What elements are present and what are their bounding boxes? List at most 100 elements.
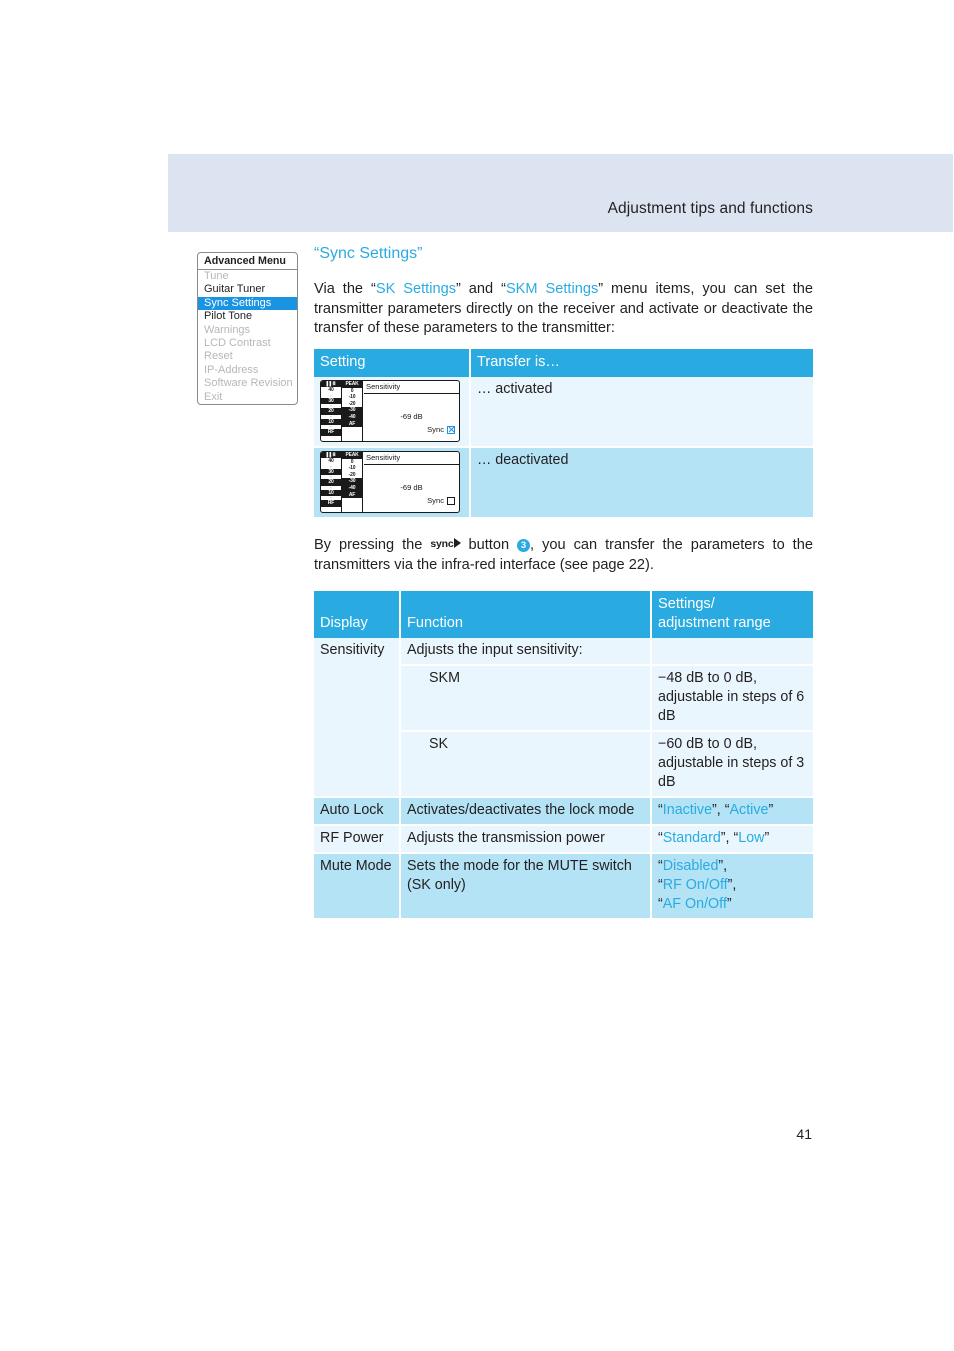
intro-paragraph: Via the “SK Settings” and “SKM Settings”… (314, 280, 813, 339)
af-tick-m20: -20 (348, 471, 356, 478)
col-header-setting: Setting (314, 349, 471, 377)
value-inactive: Inactive (662, 802, 713, 818)
sync-button-paragraph: By pressing the sync button 3, you can t… (314, 536, 813, 575)
col-header-display: Display (314, 591, 401, 638)
table-row: RF Power Adjusts the transmission power … (314, 825, 813, 854)
table-row: Auto Lock Activates/deactivates the lock… (314, 797, 813, 826)
af-tick-m30: -30 (342, 478, 362, 485)
menu-item-exit[interactable]: Exit (198, 391, 297, 404)
cell-range-skm: −48 dB to 0 dB, adjustable in steps of 6… (651, 665, 813, 732)
value-disabled: Disabled (662, 858, 719, 874)
cell-display-sensitivity: Sensitivity (314, 638, 401, 798)
value-af-on-off: AF On/Off (662, 896, 727, 912)
menu-item-guitar-tuner[interactable]: Guitar Tuner (198, 283, 297, 296)
menu-item-ip-address[interactable]: IP-Address (198, 364, 297, 377)
rf-label: RF (321, 429, 341, 436)
menu-item-sync-settings[interactable]: Sync Settings (198, 296, 297, 311)
menu-item-reset[interactable]: Reset (198, 350, 297, 363)
setting-transfer-table: Setting Transfer is… ▌▌Ⅲ 40 · 30 · 20 · … (314, 349, 813, 519)
menu-item-lcd-contrast[interactable]: LCD Contrast (198, 337, 297, 350)
table-header-row: Setting Transfer is… (314, 349, 813, 377)
af-tick-m30: -30 (342, 407, 362, 414)
af-tick-m20: -20 (348, 400, 356, 407)
settings-header-line1: Settings/ (658, 596, 715, 612)
table-row: ▌▌Ⅲ 40 · 30 · 20 · 10 · RF PEAK 0 -10 -2… (314, 447, 813, 519)
lcd-sync-row: Sync (427, 420, 455, 439)
page-header-title: Adjustment tips and functions (607, 200, 813, 217)
sync-para-text-2: button (468, 537, 510, 553)
menu-item-software-revision[interactable]: Software Revision (198, 377, 297, 390)
cell-function-mute-mode: Sets the mode for the MUTE switch (SK on… (400, 853, 652, 920)
transfer-state-activated: … activated (470, 377, 813, 448)
cell-function-skm: SKM (400, 665, 652, 732)
cell-range-mute-mode: “Disabled”, “RF On/Off”, “AF On/Off” (651, 853, 813, 920)
lcd-field-label: Sensitivity (364, 452, 459, 465)
af-tick-m10: -10 (348, 394, 356, 401)
af-tick-0: 0 (350, 387, 354, 394)
menu-item-tune[interactable]: Tune (198, 270, 297, 283)
lcd-sync-row: Sync (427, 491, 455, 510)
rf-meter-column: ▌▌Ⅲ 40 · 30 · 20 · 10 · RF (321, 381, 342, 441)
sync-checkbox-unchecked[interactable] (447, 496, 455, 505)
lcd-display-sync-on: ▌▌Ⅲ 40 · 30 · 20 · 10 · RF PEAK 0 -10 -2… (320, 380, 460, 442)
cell-function-auto-lock: Activates/deactivates the lock mode (400, 797, 652, 826)
lcd-cell-deactivated: ▌▌Ⅲ 40 · 30 · 20 · 10 · RF PEAK 0 -10 -2… (314, 447, 471, 519)
intro-text-2: ” and “ (456, 281, 506, 297)
col-header-settings-range: Settings/ adjustment range (651, 591, 813, 638)
lcd-cell-activated: ▌▌Ⅲ 40 · 30 · 20 · 10 · RF PEAK 0 -10 -2… (314, 377, 471, 448)
af-tick-m40: -40 (342, 413, 362, 421)
table-row: ▌▌Ⅲ 40 · 30 · 20 · 10 · RF PEAK 0 -10 -2… (314, 377, 813, 448)
table-header-row: Display Function Settings/ adjustment ra… (314, 591, 813, 638)
section-heading: “Sync Settings” (314, 245, 423, 262)
col-header-function: Function (400, 591, 652, 638)
af-label: AF (342, 420, 362, 428)
cell-range-auto-lock: “Inactive”, “Active” (651, 797, 813, 826)
lcd-sync-label: Sync (427, 425, 444, 434)
lcd-screen-area: Sensitivity -69 dB Sync (364, 381, 459, 441)
af-peak-label: PEAK (342, 452, 362, 459)
af-label: AF (342, 491, 362, 499)
af-peak-label: PEAK (342, 381, 362, 388)
quote-mid-2: ”, “ (720, 830, 739, 846)
cell-range-empty (651, 638, 813, 666)
setting-transfer-table-wrap: Setting Transfer is… ▌▌Ⅲ 40 · 30 · 20 · … (314, 349, 813, 519)
af-tick-0: 0 (350, 458, 354, 465)
cell-range-sk: −60 dB to 0 dB, adjustable in steps of 3… (651, 731, 813, 798)
settings-header-line2: adjustment range (658, 615, 771, 631)
af-tick-m40: -40 (342, 484, 362, 492)
cell-display-mute-mode: Mute Mode (314, 853, 401, 920)
value-active: Active (729, 802, 769, 818)
link-sk-settings[interactable]: SK Settings (376, 281, 456, 297)
cell-function-sensitivity: Adjusts the input sensitivity: (400, 638, 652, 666)
cell-function-rf-power: Adjusts the transmission power (400, 825, 652, 854)
quote-close-2: ” (764, 830, 770, 846)
callout-badge-3: 3 (517, 539, 531, 552)
cell-function-sk: SK (400, 731, 652, 798)
value-standard: Standard (662, 830, 721, 846)
lcd-meters: ▌▌Ⅲ 40 · 30 · 20 · 10 · RF PEAK 0 -10 -2… (321, 452, 363, 512)
parameter-table: Display Function Settings/ adjustment ra… (314, 591, 813, 920)
lcd-sync-label: Sync (427, 496, 444, 505)
af-meter-column: PEAK 0 -10 -20 -30 -40 AF (342, 452, 363, 512)
lcd-screen-area: Sensitivity -69 dB Sync (364, 452, 459, 512)
lcd-field-label: Sensitivity (364, 381, 459, 394)
rf-label: RF (321, 500, 341, 507)
table-row: Mute Mode Sets the mode for the MUTE swi… (314, 853, 813, 920)
intro-text-1: Via the “ (314, 281, 376, 297)
transfer-state-deactivated: … deactivated (470, 447, 813, 519)
menu-item-warnings[interactable]: Warnings (198, 324, 297, 337)
lcd-meters: ▌▌Ⅲ 40 · 30 · 20 · 10 · RF PEAK 0 -10 -2… (321, 381, 363, 441)
link-skm-settings[interactable]: SKM Settings (506, 281, 598, 297)
cell-display-auto-lock: Auto Lock (314, 797, 401, 826)
af-meter-column: PEAK 0 -10 -20 -30 -40 AF (342, 381, 363, 441)
sync-button-icon: sync (430, 535, 461, 555)
parameter-table-wrap: Display Function Settings/ adjustment ra… (314, 591, 813, 920)
lcd-display-sync-off: ▌▌Ⅲ 40 · 30 · 20 · 10 · RF PEAK 0 -10 -2… (320, 451, 460, 513)
sync-icon-label: sync (430, 538, 454, 550)
sync-checkbox-checked[interactable] (447, 425, 455, 434)
play-triangle-icon (453, 538, 461, 548)
cell-display-rf-power: RF Power (314, 825, 401, 854)
col-header-transfer: Transfer is… (470, 349, 813, 377)
menu-item-pilot-tone[interactable]: Pilot Tone (198, 310, 297, 323)
advanced-menu-callout: Advanced Menu Tune Guitar Tuner Sync Set… (197, 252, 298, 406)
